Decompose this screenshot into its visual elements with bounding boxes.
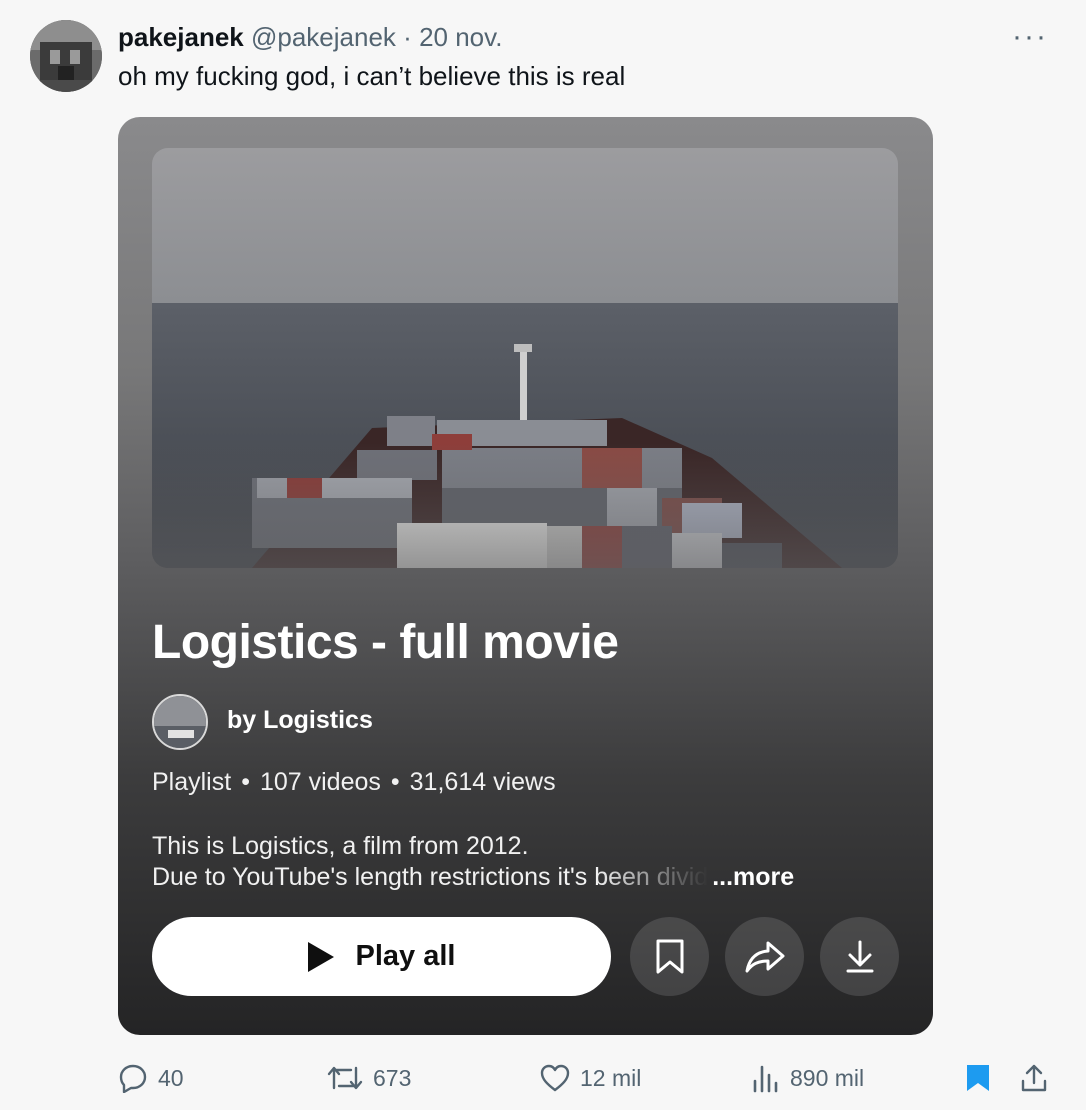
meta-separator: •: [241, 768, 250, 796]
repost-count: 673: [373, 1064, 412, 1091]
share-playlist-button[interactable]: [725, 917, 804, 996]
bookmark-icon: [967, 1065, 989, 1091]
more-options-icon[interactable]: ···: [1012, 22, 1048, 52]
header-separator: ·: [403, 22, 412, 52]
author-avatar[interactable]: [30, 20, 102, 92]
tweet-header: pakejanek @pakejanek · 20 nov.: [118, 20, 502, 54]
playlist-title[interactable]: Logistics - full movie: [152, 615, 619, 670]
views-button[interactable]: 890 mil: [752, 1056, 864, 1100]
meta-video-count: 107 videos: [259, 768, 381, 796]
reply-button[interactable]: 40: [118, 1056, 184, 1100]
share-button[interactable]: [1020, 1056, 1048, 1100]
play-all-button[interactable]: Play all: [152, 917, 611, 996]
tweet-actions: 40 673 12 mil 890 mil: [0, 1056, 1086, 1100]
reply-count: 40: [158, 1064, 184, 1091]
playlist-description: This is Logistics, a film from 2012. Due…: [152, 831, 892, 893]
tweet-text: oh my fucking god, i can’t believe this …: [118, 61, 626, 91]
tweet-date[interactable]: 20 nov.: [419, 22, 502, 52]
playlist-meta: Playlist • 107 videos • 31,614 views: [152, 768, 556, 797]
like-icon: [540, 1064, 570, 1092]
play-all-label: Play all: [355, 940, 456, 972]
playlist-card[interactable]: Logistics - full movie by Logistics Play…: [118, 117, 933, 1035]
views-count: 890 mil: [790, 1064, 865, 1091]
playlist-thumbnail[interactable]: [152, 148, 898, 568]
like-button[interactable]: 12 mil: [540, 1056, 641, 1100]
description-more-link[interactable]: ...more: [712, 863, 794, 891]
tweet: pakejanek @pakejanek · 20 nov. ··· oh my…: [0, 0, 1086, 1110]
play-icon: [307, 941, 334, 972]
channel-name[interactable]: by Logistics: [227, 706, 373, 735]
save-playlist-button[interactable]: [630, 917, 709, 996]
meta-type: Playlist: [152, 768, 232, 796]
description-line-1: This is Logistics, a film from 2012.: [152, 832, 529, 860]
channel-avatar[interactable]: [152, 694, 208, 750]
author-handle[interactable]: @pakejanek: [251, 22, 396, 52]
description-line-2: Due to YouTube's length restrictions it'…: [152, 863, 709, 891]
download-icon: [846, 940, 873, 972]
meta-separator: •: [390, 768, 400, 796]
repost-button[interactable]: 673: [327, 1056, 411, 1100]
views-icon: [753, 1065, 778, 1093]
share-arrow-icon: [745, 941, 784, 972]
like-count: 12 mil: [580, 1064, 642, 1091]
download-playlist-button[interactable]: [820, 917, 899, 996]
reply-icon: [119, 1064, 147, 1093]
bookmark-button[interactable]: [965, 1056, 991, 1100]
author-name[interactable]: pakejanek: [118, 22, 244, 52]
meta-view-count: 31,614 views: [409, 768, 556, 796]
save-playlist-icon: [656, 939, 683, 973]
repost-icon: [327, 1066, 363, 1090]
share-icon: [1021, 1064, 1047, 1092]
